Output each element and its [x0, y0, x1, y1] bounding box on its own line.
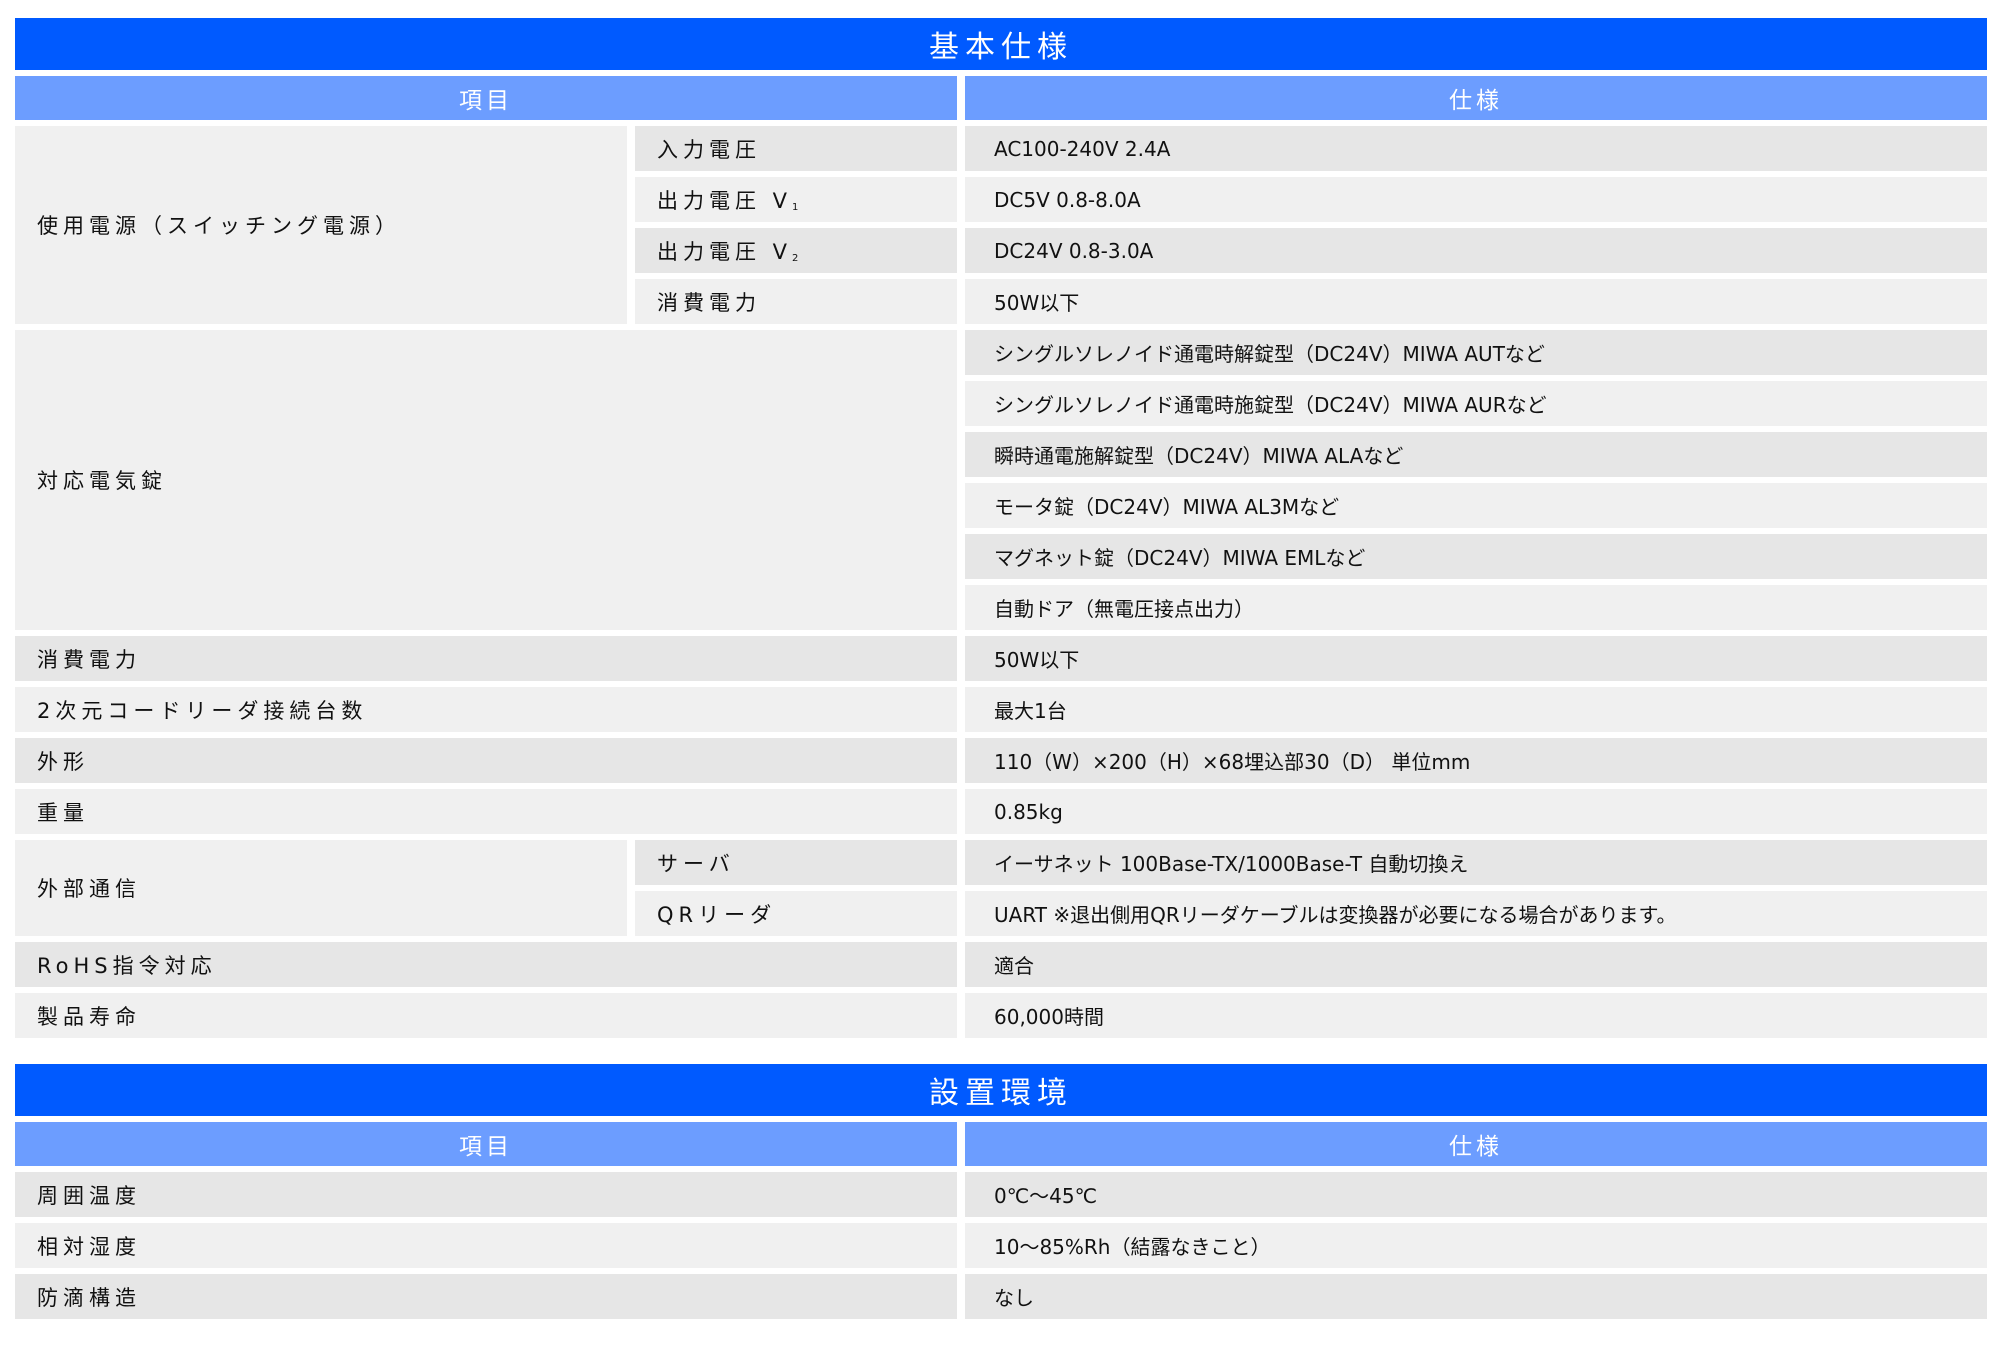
row-spec: DC5V 0.8-8.0A [965, 177, 1987, 222]
row-label: 防滴構造 [15, 1274, 965, 1319]
lock-spec: シングルソレノイド通電時解錠型（DC24V）MIWA AUTなど [965, 330, 1987, 375]
row-label: 外形 [15, 738, 965, 783]
env-header-spec: 仕様 [965, 1122, 1987, 1166]
basic-header-item: 項目 [15, 76, 965, 120]
row-label: 製品寿命 [15, 993, 965, 1038]
basic-header-spec: 仕様 [965, 76, 1987, 120]
row-spec: 適合 [965, 942, 1987, 987]
table-row: 防滴構造 なし [15, 1274, 1987, 1319]
comm-group-label: 外部通信 [15, 840, 635, 936]
row-label: サーバ [635, 840, 965, 885]
lock-spec: モータ錠（DC24V）MIWA AL3Mなど [965, 483, 1987, 528]
lock-group-label: 対応電気錠 [15, 330, 965, 630]
row-spec: 50W以下 [965, 636, 1987, 681]
table-row: 相対湿度 10～85%Rh（結露なきこと） [15, 1223, 1987, 1268]
row-spec: 10～85%Rh（結露なきこと） [965, 1223, 1987, 1268]
environment-table: 設置環境 項目 仕様 周囲温度 0℃～45℃ 相対湿度 10～85%Rh（結露な… [15, 1058, 1987, 1325]
basic-spec-title: 基本仕様 [15, 18, 1987, 70]
row-spec: 110（W）×200（H）×68埋込部30（D） 単位mm [965, 738, 1987, 783]
table-row: 外形 110（W）×200（H）×68埋込部30（D） 単位mm [15, 738, 1987, 783]
lock-spec: シングルソレノイド通電時施錠型（DC24V）MIWA AURなど [965, 381, 1987, 426]
row-spec: 0℃～45℃ [965, 1172, 1987, 1217]
table-row: 使用電源（スイッチング電源） 入力電圧 AC100-240V 2.4A [15, 126, 1987, 324]
lock-spec: 自動ドア（無電圧接点出力） [965, 585, 1987, 630]
power-group-label: 使用電源（スイッチング電源） [15, 126, 635, 324]
table-row: 2次元コードリーダ接続台数 最大1台 [15, 687, 1987, 732]
row-label: 出力電圧 V2 [635, 228, 965, 273]
table-row: 重量 0.85kg [15, 789, 1987, 834]
row-label: 消費電力 [635, 279, 965, 324]
environment-title: 設置環境 [15, 1064, 1987, 1116]
row-spec: 0.85kg [965, 789, 1987, 834]
subscript: 2 [792, 252, 799, 264]
row-label: 入力電圧 [635, 126, 965, 171]
row-label: 消費電力 [15, 636, 965, 681]
row-spec: 最大1台 [965, 687, 1987, 732]
subscript: 1 [792, 201, 799, 213]
row-spec: イーサネット 100Base-TX/1000Base-T 自動切換え [965, 840, 1987, 885]
row-label: QRリーダ [635, 891, 965, 936]
row-label-text: 出力電圧 V [657, 239, 793, 264]
row-spec: UART ※退出側用QRリーダケーブルは変換器が必要になる場合があります。 [965, 891, 1987, 936]
table-row: 対応電気錠 シングルソレノイド通電時解錠型（DC24V）MIWA AUTなど [15, 330, 1987, 630]
table-row: 消費電力 50W以下 [15, 636, 1987, 681]
row-label: 2次元コードリーダ接続台数 [15, 687, 965, 732]
table-row: 外部通信 サーバ イーサネット 100Base-TX/1000Base-T 自動… [15, 840, 1987, 936]
table-row: 周囲温度 0℃～45℃ [15, 1172, 1987, 1217]
row-spec: DC24V 0.8-3.0A [965, 228, 1987, 273]
row-label: 重量 [15, 789, 965, 834]
lock-spec: マグネット錠（DC24V）MIWA EMLなど [965, 534, 1987, 579]
lock-spec: 瞬時通電施解錠型（DC24V）MIWA ALAなど [965, 432, 1987, 477]
basic-spec-table: 基本仕様 項目 仕様 使用電源（スイッチング電源） 入力電圧 AC100-240… [15, 12, 1987, 1044]
row-label: 周囲温度 [15, 1172, 965, 1217]
row-spec: 60,000時間 [965, 993, 1987, 1038]
row-spec: 50W以下 [965, 279, 1987, 324]
row-spec: なし [965, 1274, 1987, 1319]
row-spec: AC100-240V 2.4A [965, 126, 1987, 171]
row-label: 出力電圧 V1 [635, 177, 965, 222]
table-row: 製品寿命 60,000時間 [15, 993, 1987, 1038]
table-row: RoHS指令対応 適合 [15, 942, 1987, 987]
row-label: RoHS指令対応 [15, 942, 965, 987]
row-label-text: 出力電圧 V [657, 188, 793, 213]
env-header-item: 項目 [15, 1122, 965, 1166]
row-label: 相対湿度 [15, 1223, 965, 1268]
